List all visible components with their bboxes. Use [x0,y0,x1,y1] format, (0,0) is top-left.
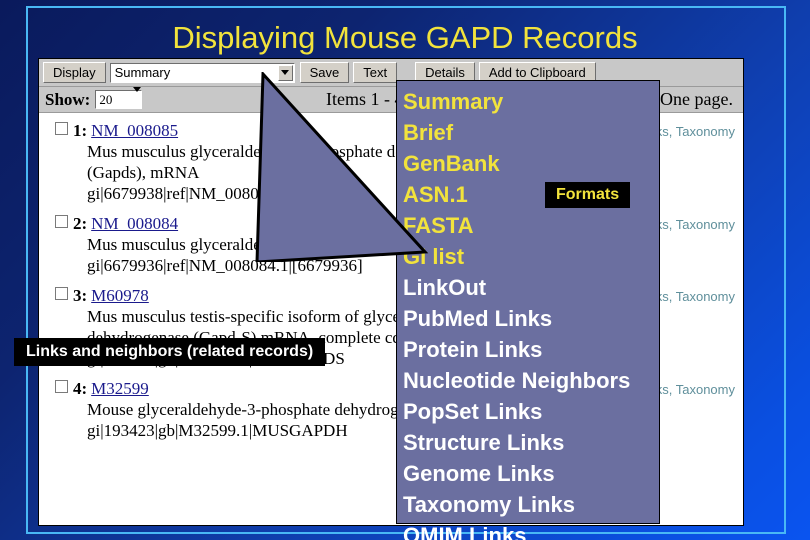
record-accession-link[interactable]: M60978 [91,286,149,306]
links-and-neighbors-callout-label: Links and neighbors (related records) [14,338,326,366]
display-button[interactable]: Display [43,62,106,83]
formats-callout-label: Formats [545,182,631,208]
record-number: 4: [73,379,88,398]
menu-item-taxonomy-links[interactable]: Taxonomy Links [403,489,659,520]
chevron-down-icon[interactable] [277,64,293,81]
menu-item-gi-list[interactable]: GI list [403,241,659,272]
record-checkbox[interactable] [55,287,68,300]
menu-item-omim-links[interactable]: OMIM Links [403,520,659,540]
record-number: 1: [73,121,88,140]
menu-item-genome-links[interactable]: Genome Links [403,458,659,489]
format-select[interactable]: Summary [109,62,295,83]
record-number: 2: [73,214,88,233]
page-info-label: One page. [660,89,733,109]
menu-item-protein-links[interactable]: Protein Links [403,334,659,365]
menu-item-summary[interactable]: Summary [403,86,659,117]
format-select-value: Summary [114,65,171,80]
menu-item-fasta[interactable]: FASTA [403,210,659,241]
record-checkbox[interactable] [55,215,68,228]
record-checkbox[interactable] [55,122,68,135]
record-accession-link[interactable]: NM_008085 [91,121,178,141]
page-title: Displaying Mouse GAPD Records [172,20,638,55]
record-accession-link[interactable]: NM_008084 [91,214,178,234]
format-dropdown-menu[interactable]: Summary Brief GenBank ASN.1 FASTA GI lis… [396,80,660,540]
menu-item-structure-links[interactable]: Structure Links [403,427,659,458]
record-number: 3: [73,286,88,305]
menu-item-genbank[interactable]: GenBank [403,148,659,179]
text-button[interactable]: Text [353,62,398,83]
record-accession-link[interactable]: M32599 [91,379,149,399]
menu-item-nucleotide-neighbors[interactable]: Nucleotide Neighbors [403,365,659,396]
menu-item-pubmed-links[interactable]: PubMed Links [403,303,659,334]
record-checkbox[interactable] [55,380,68,393]
menu-item-linkout[interactable]: LinkOut [403,272,659,303]
menu-item-brief[interactable]: Brief [403,117,659,148]
show-label: Show: [45,89,91,109]
save-button[interactable]: Save [299,62,350,83]
menu-item-popset-links[interactable]: PopSet Links [403,396,659,427]
